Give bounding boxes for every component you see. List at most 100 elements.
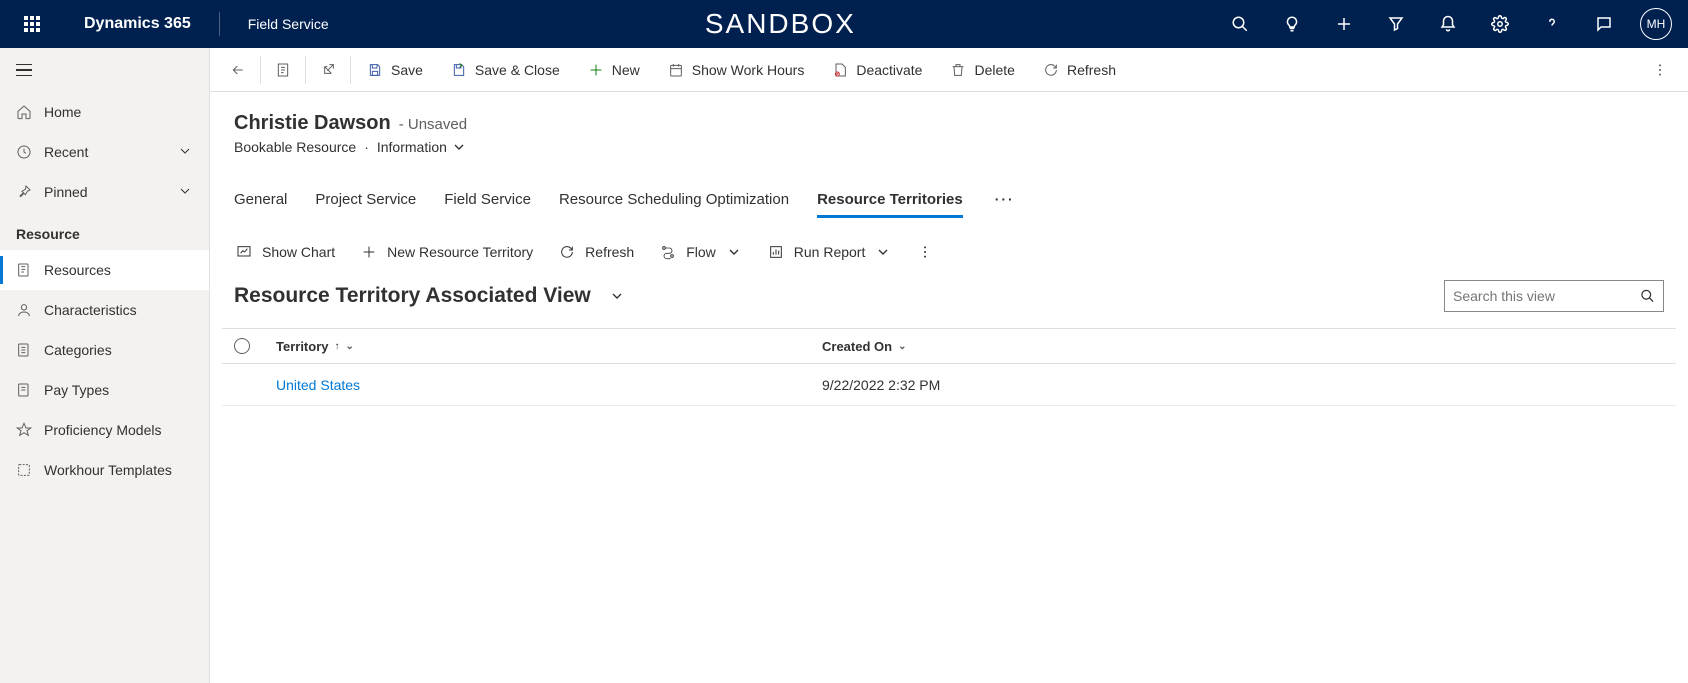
resources-icon xyxy=(16,262,32,278)
new-label: New xyxy=(612,62,640,78)
record-status: - Unsaved xyxy=(399,116,467,133)
sidebar: Home Recent Pinned Resource Resources Ch… xyxy=(0,48,210,683)
app-launcher-button[interactable] xyxy=(8,0,56,48)
flow-button[interactable]: Flow xyxy=(658,240,744,264)
new-button[interactable]: New xyxy=(574,48,654,92)
star-icon xyxy=(16,422,32,438)
tab-project-service[interactable]: Project Service xyxy=(315,183,416,216)
avatar-initials: MH xyxy=(1640,8,1672,40)
select-circle-icon xyxy=(234,338,250,354)
sidebar-item-categories[interactable]: Categories xyxy=(0,330,209,370)
add-button[interactable] xyxy=(1320,0,1368,48)
assistant-button[interactable] xyxy=(1268,0,1316,48)
overflow-button[interactable] xyxy=(1640,48,1680,92)
grid-header: Territory ↑ ⌄ Created On ⌄ xyxy=(222,328,1676,364)
command-bar: Save Save & Close New Show Work Hours De… xyxy=(210,48,1688,92)
sidebar-item-paytypes[interactable]: Pay Types xyxy=(0,370,209,410)
sidebar-item-label: Home xyxy=(44,104,81,120)
refresh-button[interactable]: Refresh xyxy=(1029,48,1130,92)
divider xyxy=(350,56,351,84)
sandbox-label: SANDBOX xyxy=(705,8,856,40)
notifications-button[interactable] xyxy=(1424,0,1472,48)
popout-button[interactable] xyxy=(308,48,348,92)
main-content: Save Save & Close New Show Work Hours De… xyxy=(210,48,1688,683)
clock-icon xyxy=(16,144,32,160)
delete-label: Delete xyxy=(974,62,1014,78)
deactivate-icon xyxy=(832,62,848,78)
chevron-down-icon xyxy=(875,244,891,260)
subgrid-refresh-button[interactable]: Refresh xyxy=(557,240,636,264)
column-header-territory[interactable]: Territory ↑ ⌄ xyxy=(262,339,822,354)
select-all[interactable] xyxy=(222,338,262,354)
form-button[interactable] xyxy=(263,48,303,92)
sidebar-item-label: Recent xyxy=(44,144,88,160)
sidebar-item-workhour[interactable]: Workhour Templates xyxy=(0,450,209,490)
column-label: Created On xyxy=(822,339,892,354)
sidebar-item-proficiency[interactable]: Proficiency Models xyxy=(0,410,209,450)
chat-icon xyxy=(1595,15,1613,33)
subgrid-toolbar: Show Chart New Resource Territory Refres… xyxy=(210,216,1688,272)
filter-button[interactable] xyxy=(1372,0,1420,48)
grid-row[interactable]: United States 9/22/2022 2:32 PM xyxy=(222,364,1676,406)
trash-icon xyxy=(950,62,966,78)
show-work-hours-button[interactable]: Show Work Hours xyxy=(654,48,819,92)
gear-icon xyxy=(1491,15,1509,33)
bell-icon xyxy=(1439,15,1457,33)
sidebar-item-label: Resources xyxy=(44,262,111,278)
new-territory-button[interactable]: New Resource Territory xyxy=(359,240,535,264)
sidebar-item-recent[interactable]: Recent xyxy=(0,132,209,172)
save-close-button[interactable]: Save & Close xyxy=(437,48,574,92)
subgrid-overflow-button[interactable] xyxy=(915,240,935,264)
topnav-center: SANDBOX xyxy=(345,8,1216,40)
view-selector[interactable]: Resource Territory Associated View xyxy=(234,284,625,308)
back-button[interactable] xyxy=(218,48,258,92)
plus-icon xyxy=(588,62,604,78)
top-navigation: Dynamics 365 Field Service SANDBOX xyxy=(0,0,1688,48)
sidebar-item-pinned[interactable]: Pinned xyxy=(0,172,209,212)
show-chart-button[interactable]: Show Chart xyxy=(234,240,337,264)
waffle-icon xyxy=(24,16,40,32)
deactivate-button[interactable]: Deactivate xyxy=(818,48,936,92)
territory-link[interactable]: United States xyxy=(276,377,360,393)
delete-button[interactable]: Delete xyxy=(936,48,1028,92)
sort-ascending-icon: ↑ xyxy=(335,341,340,352)
settings-button[interactable] xyxy=(1476,0,1524,48)
tab-field-service[interactable]: Field Service xyxy=(444,183,531,216)
messages-button[interactable] xyxy=(1580,0,1628,48)
sidebar-item-home[interactable]: Home xyxy=(0,92,209,132)
save-icon xyxy=(367,62,383,78)
refresh-icon xyxy=(559,244,575,260)
search-button[interactable] xyxy=(1216,0,1264,48)
calendar-icon xyxy=(668,62,684,78)
form-selector[interactable]: Information xyxy=(377,139,467,155)
tab-rso[interactable]: Resource Scheduling Optimization xyxy=(559,183,789,216)
subgrid-refresh-label: Refresh xyxy=(585,244,634,260)
sidebar-item-resources[interactable]: Resources xyxy=(0,250,209,290)
plus-icon xyxy=(1335,15,1353,33)
more-vertical-icon xyxy=(1652,62,1668,78)
sidebar-group-resource: Resource xyxy=(0,212,209,250)
sidebar-item-label: Characteristics xyxy=(44,302,137,318)
plus-icon xyxy=(361,244,377,260)
sidebar-item-characteristics[interactable]: Characteristics xyxy=(0,290,209,330)
column-header-created-on[interactable]: Created On ⌄ xyxy=(822,339,1676,354)
brand-label[interactable]: Dynamics 365 xyxy=(68,15,207,33)
refresh-label: Refresh xyxy=(1067,62,1116,78)
deactivate-label: Deactivate xyxy=(856,62,922,78)
help-button[interactable] xyxy=(1528,0,1576,48)
run-report-button[interactable]: Run Report xyxy=(766,240,894,264)
sidebar-toggle-button[interactable] xyxy=(0,48,209,92)
search-input[interactable] xyxy=(1453,288,1634,304)
form-icon xyxy=(275,62,291,78)
view-search[interactable] xyxy=(1444,280,1664,312)
save-button[interactable]: Save xyxy=(353,48,437,92)
lightbulb-icon xyxy=(1283,15,1301,33)
user-avatar[interactable]: MH xyxy=(1632,0,1680,48)
app-name-label[interactable]: Field Service xyxy=(232,16,345,32)
record-header: Christie Dawson - Unsaved Bookable Resou… xyxy=(210,92,1688,163)
tab-resource-territories[interactable]: Resource Territories xyxy=(817,183,963,216)
grid: Territory ↑ ⌄ Created On ⌄ United States… xyxy=(210,328,1688,406)
tab-general[interactable]: General xyxy=(234,183,287,216)
tabs-overflow-button[interactable]: ··· xyxy=(991,183,1019,216)
report-icon xyxy=(768,244,784,260)
